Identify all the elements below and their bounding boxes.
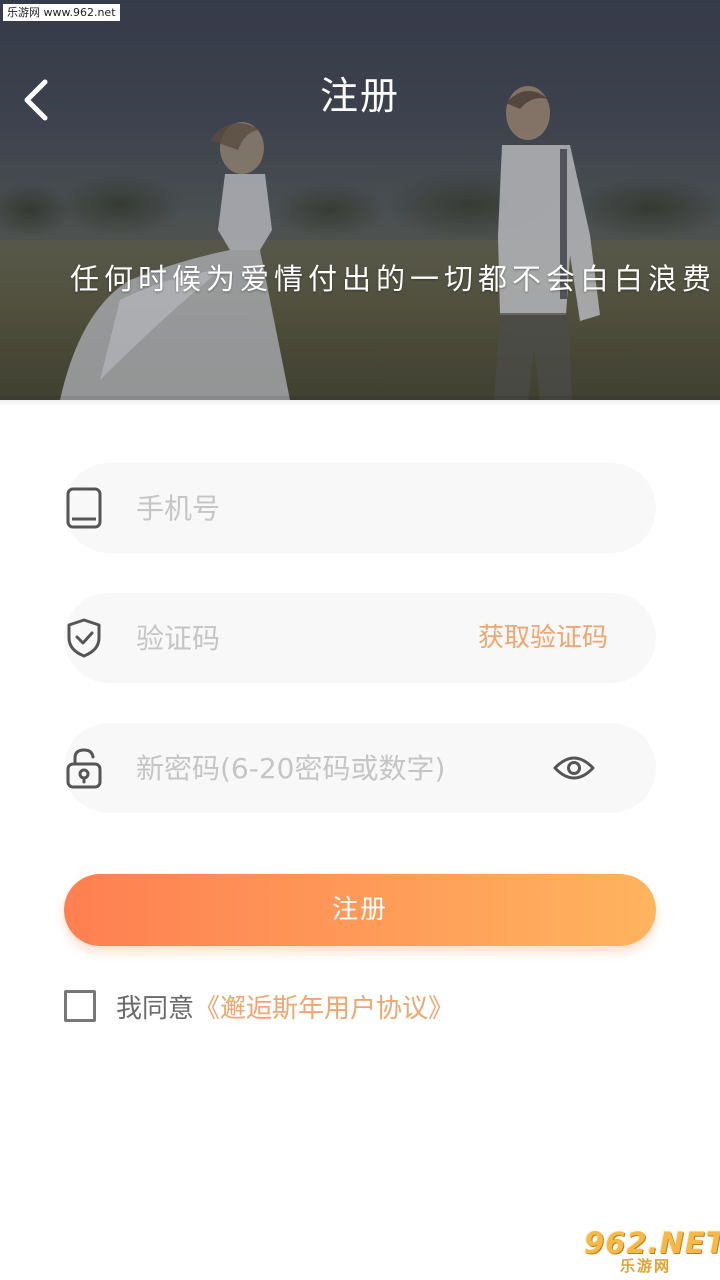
register-button[interactable]: 注册 [64,874,656,946]
phone-input[interactable] [136,483,616,533]
agreement-text: 我同意 [116,993,195,1024]
code-input[interactable] [136,613,436,663]
agreement-checkbox[interactable] [64,990,96,1022]
watermark-bottom: 962.NET 乐游网 [580,1224,720,1276]
code-field: 获取验证码 [64,593,656,683]
lock-icon [64,746,104,790]
banner-overlay [0,0,720,400]
banner-divider [0,396,720,406]
user-agreement-link[interactable]: 《邂逅斯年用户协议》 [194,988,454,1025]
watermark-sub: 乐游网 [620,1257,672,1275]
chevron-left-icon [24,79,48,121]
back-button[interactable] [10,70,60,130]
password-input[interactable] [136,743,536,793]
get-code-button[interactable]: 获取验证码 [478,613,608,663]
header-banner: 注册 任何时候为爱情付出的一切都不会白白浪费 乐游网 www.962.net [0,0,720,400]
phone-field [64,463,656,553]
agreement-row: 我同意 《邂逅斯年用户协议》 [64,984,454,1028]
eye-icon [553,756,595,780]
page-title: 注册 [319,74,400,118]
password-field [64,723,656,813]
phone-icon [64,486,104,530]
watermark-top: 乐游网 www.962.net [3,4,120,21]
toggle-password-visibility-button[interactable] [552,751,596,785]
banner-slogan: 任何时候为爱情付出的一切都不会白白浪费 [70,262,717,296]
shield-check-icon [64,616,104,660]
